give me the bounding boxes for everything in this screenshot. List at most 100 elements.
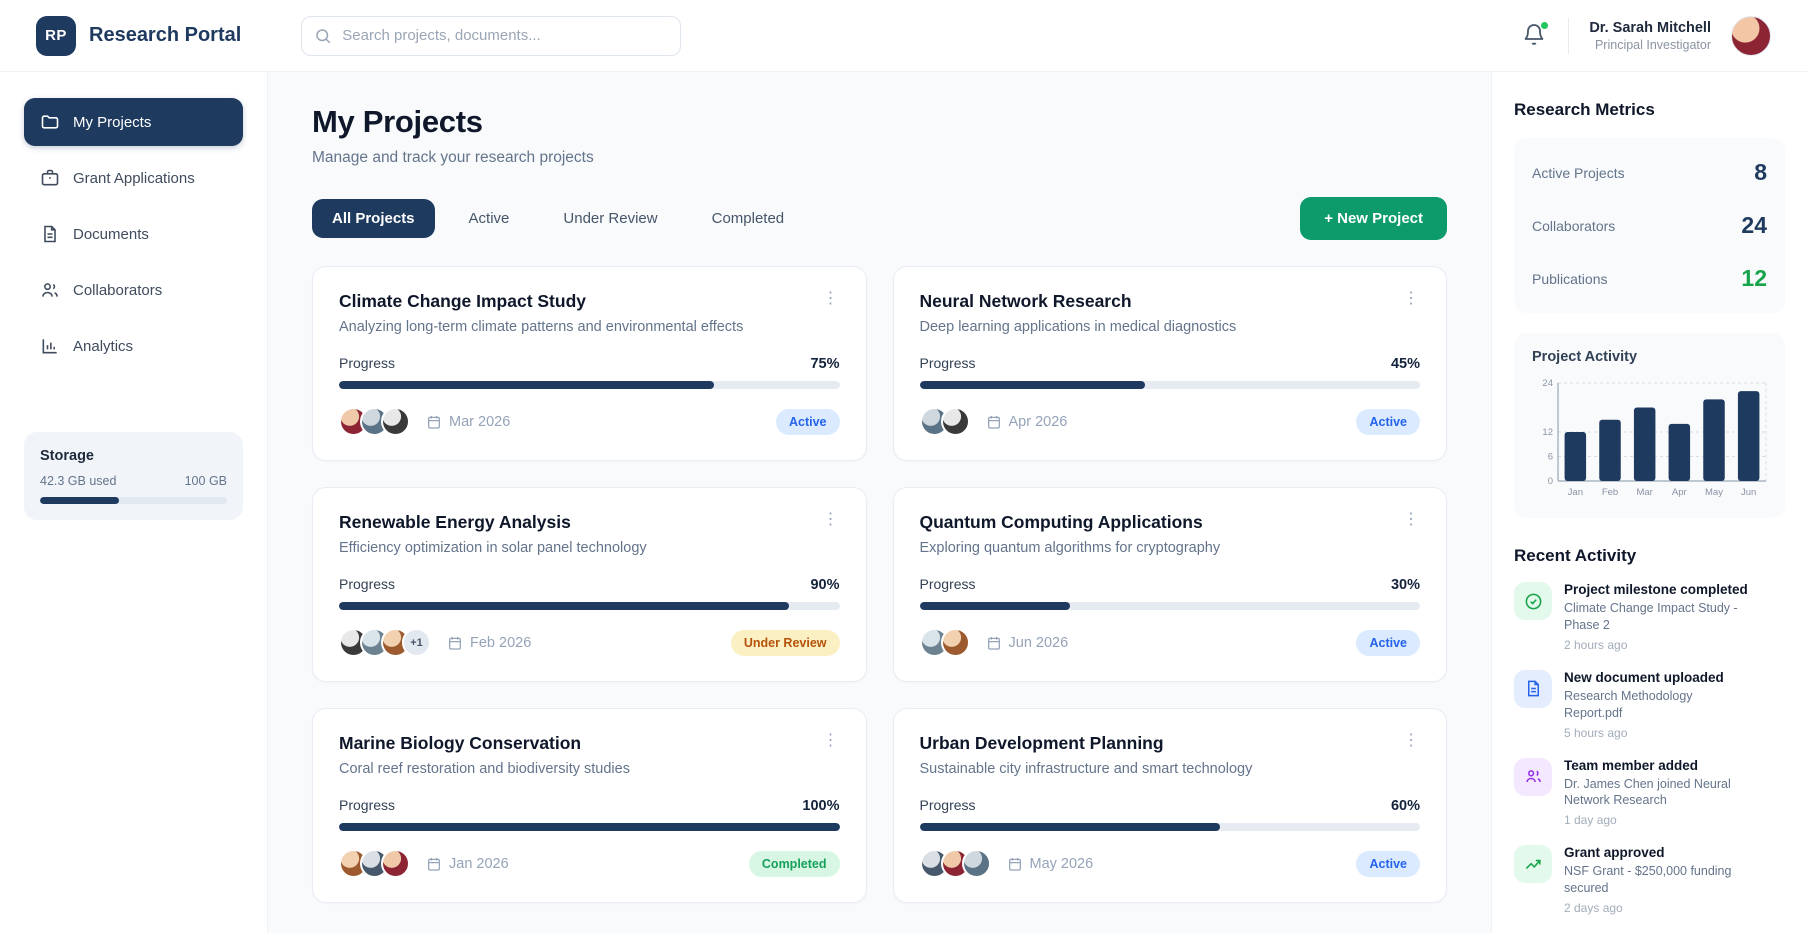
project-card: Renewable Energy Analysis⋮Efficiency opt…: [312, 487, 867, 682]
svg-text:24: 24: [1542, 378, 1553, 389]
activity-item: New document uploadedResearch Methodolog…: [1514, 670, 1785, 740]
new-project-button[interactable]: + New Project: [1300, 197, 1447, 240]
activity-item: Grant approvedNSF Grant - $250,000 fundi…: [1514, 845, 1785, 915]
team-avatars: [339, 849, 410, 878]
header-divider: [1568, 18, 1569, 54]
activity-timestamp: 2 days ago: [1564, 901, 1754, 915]
activity-title: New document uploaded: [1564, 670, 1754, 685]
sidebar-item-documents[interactable]: Documents: [24, 210, 243, 258]
calendar-icon: [1007, 856, 1023, 872]
progress-label: Progress: [339, 576, 395, 592]
tab-all-projects[interactable]: All Projects: [312, 199, 435, 238]
project-menu-kebab-icon[interactable]: ⋮: [1402, 512, 1420, 528]
user-role: Principal Investigator: [1589, 38, 1711, 52]
team-icon: [1514, 758, 1552, 796]
progress-bar-track: [339, 823, 840, 831]
project-date: May 2026: [1030, 856, 1094, 872]
progress-bar-track: [339, 602, 840, 610]
bar-chart-icon: [40, 336, 60, 356]
progress-bar-track: [920, 602, 1421, 610]
progress-bar-fill: [920, 381, 1145, 389]
tab-under-review[interactable]: Under Review: [543, 199, 677, 238]
avatar: [962, 849, 991, 878]
team-avatars: [920, 407, 970, 436]
projects-grid: Climate Change Impact Study⋮Analyzing lo…: [312, 266, 1447, 903]
project-activity-card: Project Activity 061224JanFebMarAprMayJu…: [1514, 333, 1785, 518]
tab-completed[interactable]: Completed: [692, 199, 805, 238]
progress-bar-fill: [339, 381, 714, 389]
sidebar-item-label: Analytics: [73, 338, 133, 355]
activity-title: Grant approved: [1564, 845, 1754, 860]
activity-timestamp: 1 day ago: [1564, 813, 1754, 827]
project-menu-kebab-icon[interactable]: ⋮: [822, 733, 840, 749]
status-badge: Completed: [749, 851, 840, 877]
svg-text:Jun: Jun: [1741, 487, 1756, 498]
project-card: Climate Change Impact Study⋮Analyzing lo…: [312, 266, 867, 461]
notifications-bell-icon[interactable]: [1522, 23, 1548, 49]
progress-percent: 60%: [1391, 798, 1420, 814]
sidebar-item-label: Grant Applications: [73, 170, 195, 187]
project-date: Mar 2026: [449, 414, 510, 430]
svg-text:0: 0: [1548, 476, 1553, 487]
user-avatar[interactable]: [1731, 16, 1771, 56]
project-title: Climate Change Impact Study: [339, 291, 586, 312]
team-avatars: +1: [339, 628, 431, 657]
progress-label: Progress: [920, 797, 976, 813]
metrics-heading: Research Metrics: [1514, 100, 1785, 120]
project-date: Apr 2026: [1009, 414, 1068, 430]
progress-bar-fill: [920, 823, 1220, 831]
activity-timestamp: 2 hours ago: [1564, 638, 1754, 652]
sidebar-item-analytics[interactable]: Analytics: [24, 322, 243, 370]
search-icon: [314, 27, 332, 45]
toolbar: All ProjectsActiveUnder ReviewCompleted …: [312, 197, 1447, 240]
metric-row: Collaborators24: [1532, 199, 1767, 252]
svg-text:Mar: Mar: [1636, 487, 1652, 498]
avatar-overflow-count: +1: [402, 628, 431, 657]
team-avatars: [920, 849, 991, 878]
avatar: [941, 407, 970, 436]
main-content: My Projects Manage and track your resear…: [268, 72, 1491, 933]
calendar-icon: [447, 635, 463, 651]
notification-dot: [1540, 21, 1549, 30]
sidebar-item-my-projects[interactable]: My Projects: [24, 98, 243, 146]
calendar-icon: [986, 414, 1002, 430]
project-title: Renewable Energy Analysis: [339, 512, 571, 533]
progress-label: Progress: [920, 355, 976, 371]
metric-row: Publications12: [1532, 252, 1767, 305]
metric-row: Active Projects 8: [1532, 146, 1767, 199]
progress-percent: 75%: [810, 356, 839, 372]
project-menu-kebab-icon[interactable]: ⋮: [822, 291, 840, 307]
project-menu-kebab-icon[interactable]: ⋮: [822, 512, 840, 528]
metrics-card: Active Projects 8 Collaborators24Publicati…: [1514, 138, 1785, 313]
project-description: Deep learning applications in medical di…: [920, 319, 1421, 335]
progress-percent: 30%: [1391, 577, 1420, 593]
avatar: [941, 628, 970, 657]
svg-text:May: May: [1705, 487, 1723, 498]
storage-used: 42.3 GB used: [40, 474, 116, 488]
team-avatars: [920, 628, 970, 657]
progress-label: Progress: [339, 355, 395, 371]
progress-bar-track: [339, 381, 840, 389]
storage-title: Storage: [40, 448, 227, 464]
filter-tabs: All Projects Active Under Review Completed: [312, 199, 804, 238]
tab-active[interactable]: Active: [449, 199, 530, 238]
svg-text:Jan: Jan: [1568, 487, 1583, 498]
sidebar-item-grant-applications[interactable]: Grant Applications: [24, 154, 243, 202]
recent-activity-heading: Recent Activity: [1514, 546, 1785, 566]
activity-title: Project milestone completed: [1564, 582, 1754, 597]
app-title: Research Portal: [89, 24, 241, 47]
progress-percent: 100%: [802, 798, 839, 814]
project-title: Neural Network Research: [920, 291, 1132, 312]
project-menu-kebab-icon[interactable]: ⋮: [1402, 733, 1420, 749]
storage-progress-fill: [40, 497, 119, 504]
activity-timestamp: 5 hours ago: [1564, 726, 1754, 740]
project-menu-kebab-icon[interactable]: ⋮: [1402, 291, 1420, 307]
folder-icon: [40, 112, 60, 132]
metric-value: 8: [1754, 159, 1767, 186]
search-input[interactable]: [301, 16, 681, 56]
project-card: Marine Biology Conservation⋮Coral reef r…: [312, 708, 867, 903]
status-badge: Active: [776, 409, 840, 435]
metric-label: Active Projects: [1532, 165, 1625, 181]
sidebar-item-collaborators[interactable]: Collaborators: [24, 266, 243, 314]
project-card: Quantum Computing Applications⋮Exploring…: [893, 487, 1448, 682]
